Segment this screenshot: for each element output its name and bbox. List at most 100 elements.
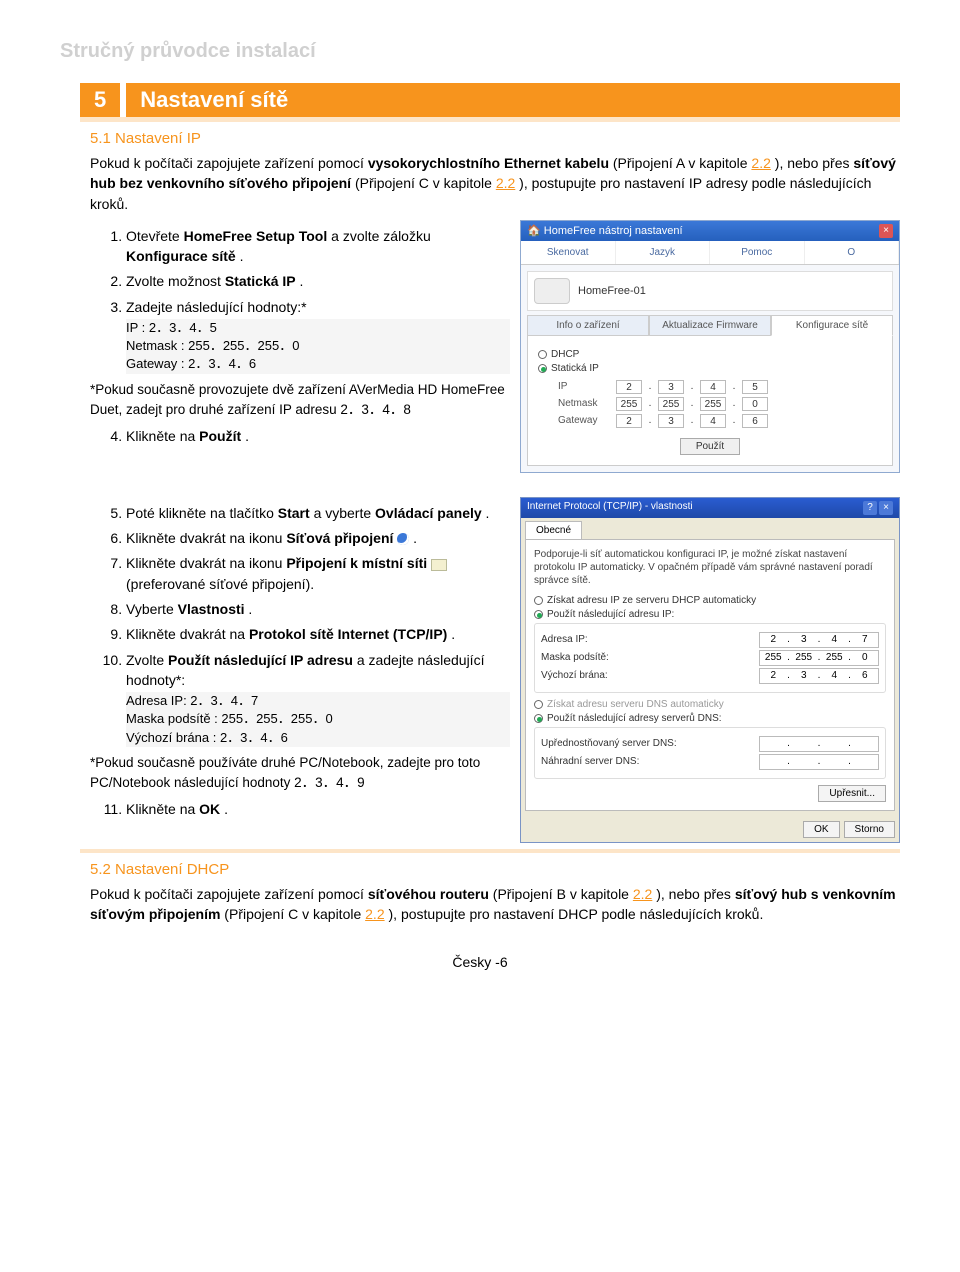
text-bold: HomeFree Setup Tool (184, 228, 328, 244)
ip-octet[interactable]: 2 (616, 414, 642, 428)
radio-manual-dns[interactable]: Použít následující adresy serverů DNS: (534, 713, 886, 724)
note-1: *Pokud současně provozujete dvě zařízení… (90, 380, 510, 421)
advanced-button[interactable]: Upřesnit... (818, 785, 886, 802)
dns2-input[interactable]: . . . (759, 754, 879, 770)
text-bold: Použít (199, 428, 241, 444)
radio-manual-ip[interactable]: Použít následující adresu IP: (534, 609, 886, 620)
document-title: Stručný průvodce instalací (60, 40, 900, 63)
steps-list-b: Poté klikněte na tlačítko Start a vybert… (90, 503, 510, 747)
label: Použít následující adresu IP: (547, 609, 674, 620)
xref-link[interactable]: 2.2 (365, 906, 384, 922)
code-line: Výchozí brána : 2．3．4．6 (126, 729, 510, 747)
text: (Připojení A v kapitole (613, 155, 752, 171)
tab-lang[interactable]: Jazyk (616, 241, 711, 264)
code-line: Adresa IP: 2．3．4．7 (126, 692, 510, 710)
text-bold: Použít následující IP adresu (168, 652, 353, 668)
text: (Připojení C v kapitole (355, 175, 496, 191)
tab-about[interactable]: O (805, 241, 900, 264)
radio-icon (534, 714, 543, 723)
window-title: 🏠 HomeFree nástroj nastavení (527, 224, 683, 238)
cancel-button[interactable]: Storno (844, 821, 895, 838)
label: Netmask (558, 398, 610, 409)
text-bold: Protokol sítě Internet (TCP/IP) (249, 626, 447, 642)
tab-general[interactable]: Obecné (525, 521, 582, 539)
text: ), nebo přes (656, 886, 735, 902)
ip-octet[interactable]: 3 (658, 414, 684, 428)
device-row[interactable]: HomeFree-01 (527, 271, 893, 311)
gw-input[interactable]: 2. 3. 4. 6 (759, 668, 879, 684)
xref-link[interactable]: 2.2 (751, 155, 770, 171)
text: Otevřete (126, 228, 184, 244)
label: DHCP (551, 349, 579, 360)
subtab-firmware[interactable]: Aktualizace Firmware (649, 315, 771, 336)
ip-octet[interactable]: 255 (658, 397, 684, 411)
text-bold: OK (199, 801, 220, 817)
tab-scan[interactable]: Skenovat (521, 241, 616, 264)
text: Poté klikněte na tlačítko (126, 505, 278, 521)
ok-button[interactable]: OK (803, 821, 839, 838)
ip-octet[interactable]: 4 (700, 380, 726, 394)
text: ), postupujte pro nastavení DHCP podle n… (389, 906, 764, 922)
ip-input[interactable]: 2. 3. 4. 7 (759, 632, 879, 648)
steps-list-b2: Klikněte na OK . (90, 799, 510, 819)
dot-icon: . (648, 381, 652, 392)
text: a zvolte záložku (331, 228, 431, 244)
text: ), nebo přes (775, 155, 854, 171)
radio-icon (534, 700, 543, 709)
dot-icon: . (817, 737, 821, 751)
ip-octet[interactable]: 4 (700, 414, 726, 428)
ip-octet[interactable]: 255 (700, 397, 726, 411)
dot-icon: . (690, 415, 694, 426)
text: . (224, 801, 228, 817)
close-icon[interactable]: × (879, 501, 893, 515)
dot-icon: . (732, 415, 736, 426)
net-config-panel: DHCP Statická IP IP 2. 3. 4. 5 (527, 336, 893, 466)
radio-icon (538, 364, 547, 373)
help-icon[interactable]: ? (863, 501, 877, 515)
text: . (486, 505, 490, 521)
text: Zvolte možnost (126, 273, 225, 289)
radio-static[interactable]: Statická IP (538, 363, 882, 374)
close-icon[interactable]: × (879, 224, 893, 238)
step-2: Zvolte možnost Statická IP . (126, 271, 510, 291)
row-gw: Výchozí brána: 2. 3. 4. 6 (541, 668, 879, 684)
ip-group: Adresa IP: 2. 3. 4. 7 Maska podsítě: (534, 623, 886, 693)
label: Upřednostňovaný server DNS: (541, 738, 759, 749)
radio-dhcp[interactable]: DHCP (538, 349, 882, 360)
ip-octet[interactable]: 255 (616, 397, 642, 411)
tab-help[interactable]: Pomoc (710, 241, 805, 264)
step-6: Klikněte dvakrát na ikonu Síťová připoje… (126, 528, 510, 548)
text: Vyberte (126, 601, 178, 617)
radio-auto-dns: Získat adresu serveru DNS automaticky (534, 699, 886, 710)
label: Adresa IP: (541, 634, 759, 645)
radio-auto-ip[interactable]: Získat adresu IP ze serveru DHCP automat… (534, 595, 886, 606)
octet: 255 (760, 651, 787, 665)
ip-octet[interactable]: 5 (742, 380, 768, 394)
label: Gateway (558, 415, 610, 426)
ip-octet[interactable]: 2 (616, 380, 642, 394)
text: . (248, 601, 252, 617)
ip-octet[interactable]: 6 (742, 414, 768, 428)
values-box-1: IP : 2．3．4．5 Netmask : 255．255．255．0 Gat… (126, 319, 510, 374)
dns1-input[interactable]: . . . (759, 736, 879, 752)
ip-row: IP 2. 3. 4. 5 (558, 380, 882, 394)
label: Statická IP (551, 363, 599, 374)
mask-input[interactable]: 255. 255. 255. 0 (759, 650, 879, 666)
text-bold: Start (278, 505, 310, 521)
dot-icon: . (787, 737, 791, 751)
xref-link[interactable]: 2.2 (496, 175, 515, 191)
xref-link[interactable]: 2.2 (633, 886, 652, 902)
section-number: 5 (80, 83, 120, 117)
top-tabs: Skenovat Jazyk Pomoc O (521, 241, 899, 265)
label: Náhradní server DNS: (541, 756, 759, 767)
text: . (240, 248, 244, 264)
text: . (245, 428, 249, 444)
ip-octet[interactable]: 3 (658, 380, 684, 394)
subtab-netconfig[interactable]: Konfigurace sítě (771, 315, 893, 336)
section-title: Nastavení sítě (126, 83, 900, 117)
row-dns2: Náhradní server DNS: . . . (541, 754, 879, 770)
subsection-5-2: 5.2 Nastavení DHCP (90, 861, 900, 878)
ip-octet[interactable]: 0 (742, 397, 768, 411)
subtab-info[interactable]: Info o zařízení (527, 315, 649, 336)
apply-button[interactable]: Použít (680, 438, 740, 455)
